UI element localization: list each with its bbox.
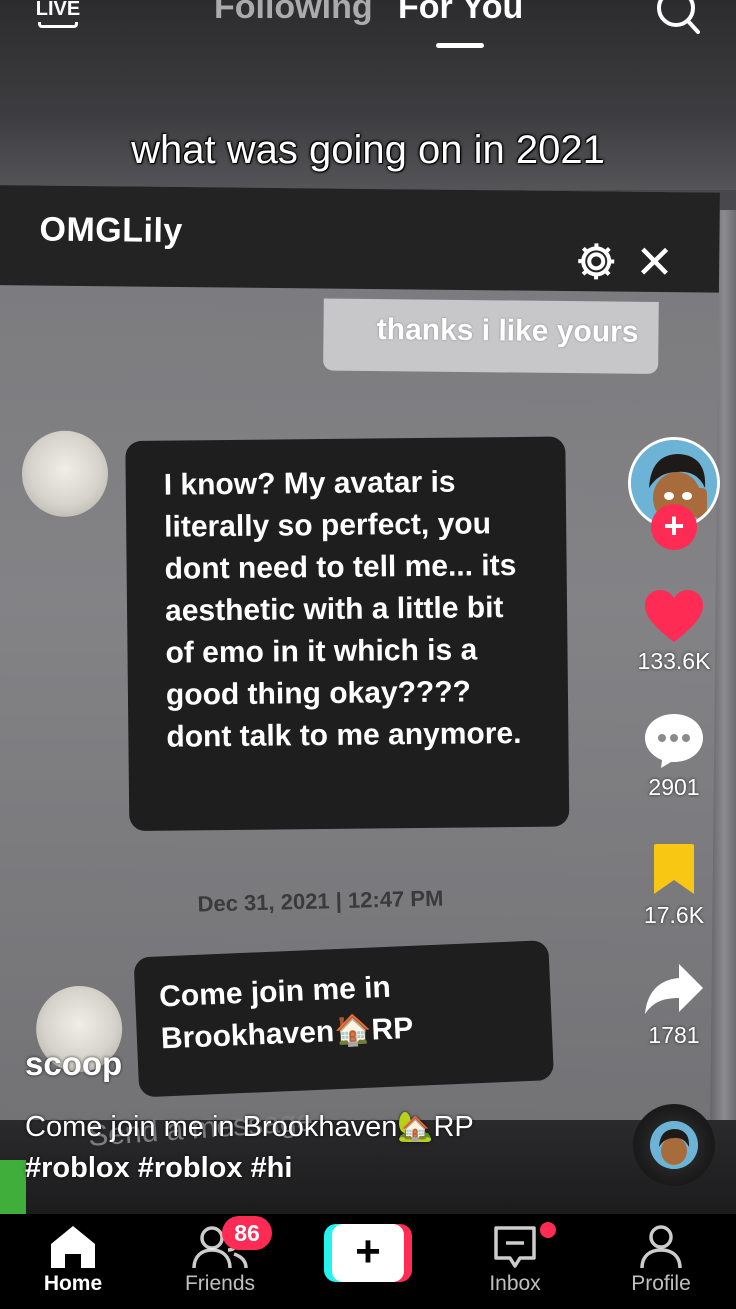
- tab-home-label: Home: [43, 1272, 103, 1295]
- share-arrow-icon: [645, 964, 703, 1014]
- profile-icon: [640, 1225, 682, 1269]
- bookmark-button[interactable]: 17.6K: [620, 842, 728, 929]
- tab-friends-label: Friends: [184, 1272, 256, 1295]
- sound-cover-image: [650, 1121, 698, 1169]
- comment-button[interactable]: 2901: [620, 712, 728, 801]
- inbox-icon: [494, 1226, 536, 1268]
- tab-following[interactable]: Following: [214, 0, 373, 27]
- chat-title: OMGLily: [39, 210, 184, 251]
- bookmark-icon: [654, 844, 694, 894]
- create-button[interactable]: +: [324, 1224, 412, 1282]
- heart-icon: [645, 590, 703, 642]
- comment-icon: [645, 714, 703, 768]
- hashtag-link[interactable]: #roblox: [138, 1152, 243, 1184]
- tab-inbox-label: Inbox: [489, 1272, 541, 1295]
- live-button[interactable]: LIVE: [34, 0, 82, 32]
- like-count: 133.6K: [637, 648, 711, 674]
- post-description: Come join me in Brookhaven🏡RP: [25, 1111, 474, 1143]
- message-timestamp: Dec 31, 2021 | 12:47 PM: [197, 885, 444, 917]
- live-tv-icon: [38, 22, 78, 28]
- bookmark-count: 17.6K: [643, 902, 705, 928]
- hashtag-link[interactable]: #hi: [251, 1152, 293, 1184]
- follow-plus-button[interactable]: +: [651, 504, 697, 550]
- close-icon: ✕: [634, 235, 675, 289]
- hashtag-link[interactable]: #roblox: [25, 1152, 130, 1184]
- message-bubble: I know? My avatar is literally so perfec…: [125, 436, 570, 832]
- chat-header: OMGLily ✕: [0, 185, 720, 293]
- live-label: LIVE: [35, 0, 81, 20]
- sound-disc[interactable]: [633, 1104, 715, 1186]
- message-text: I know? My avatar is literally so perfec…: [163, 465, 522, 754]
- share-count: 1781: [648, 1022, 700, 1048]
- home-icon: [51, 1226, 95, 1268]
- post-hashtags: #roblox #roblox #hi: [25, 1152, 300, 1185]
- post-username[interactable]: scoop: [25, 1045, 122, 1083]
- share-button[interactable]: 1781: [620, 960, 728, 1049]
- comment-count: 2901: [648, 774, 700, 800]
- tab-profile[interactable]: Profile: [606, 1224, 716, 1296]
- inbox-notification-dot: [540, 1222, 556, 1238]
- friends-notification-badge: 86: [222, 1216, 272, 1250]
- video-caption: what was going on in 2021: [131, 128, 605, 172]
- tab-home[interactable]: Home: [18, 1224, 128, 1296]
- active-tab-indicator: [436, 43, 484, 48]
- reply-bubble: thanks i like yours: [323, 298, 659, 375]
- top-nav: LIVE Following For You: [0, 0, 736, 60]
- like-button[interactable]: 133.6K: [620, 588, 728, 675]
- tab-profile-label: Profile: [631, 1272, 691, 1295]
- green-edge: [0, 1160, 26, 1214]
- plus-icon: +: [332, 1224, 404, 1282]
- search-icon[interactable]: [652, 0, 704, 36]
- tab-for-you[interactable]: For You: [398, 0, 523, 27]
- sender-avatar: [21, 430, 109, 518]
- message-text: Come join me in Brookhaven🏠RP: [158, 970, 414, 1056]
- message-bubble: Come join me in Brookhaven🏠RP: [133, 940, 555, 1098]
- gear-icon: [578, 243, 615, 280]
